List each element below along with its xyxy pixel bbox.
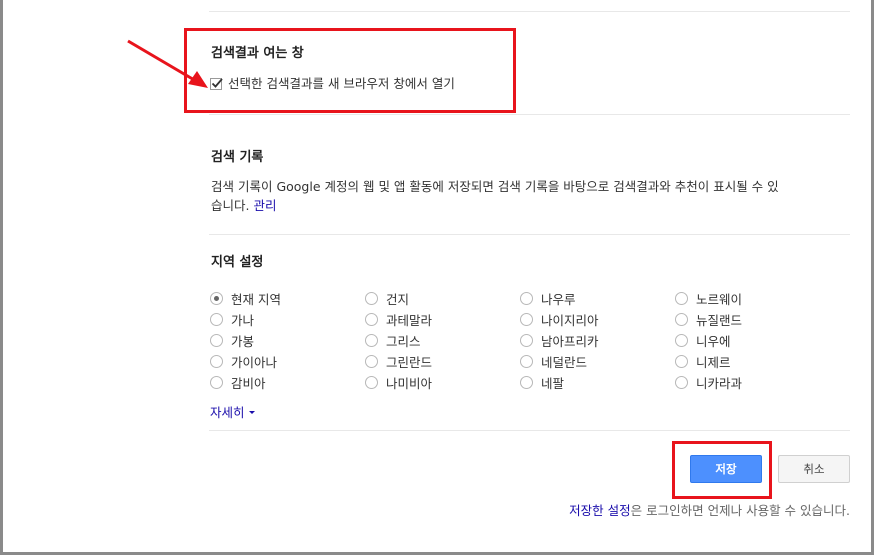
region-option-label[interactable]: 네팔 xyxy=(541,373,564,392)
region-option[interactable]: 나미비아 xyxy=(365,373,432,392)
region-option-label[interactable]: 나우루 xyxy=(541,289,576,308)
region-radio[interactable] xyxy=(365,334,378,347)
region-option-label[interactable]: 뉴질랜드 xyxy=(696,310,742,329)
region-option[interactable]: 노르웨이 xyxy=(675,289,742,308)
region-radio[interactable] xyxy=(365,313,378,326)
region-title: 지역 설정 xyxy=(211,255,264,270)
region-radio[interactable] xyxy=(520,355,533,368)
region-option-label[interactable]: 그린란드 xyxy=(386,352,432,371)
region-option-label[interactable]: 니우에 xyxy=(696,331,731,350)
region-radio[interactable] xyxy=(365,376,378,389)
section-divider xyxy=(209,234,850,235)
region-radio[interactable] xyxy=(520,334,533,347)
region-option[interactable]: 가나 xyxy=(210,310,254,329)
region-radio[interactable] xyxy=(210,292,223,305)
region-radio[interactable] xyxy=(520,376,533,389)
region-radio[interactable] xyxy=(520,313,533,326)
region-option-label[interactable]: 나이지리아 xyxy=(541,310,599,329)
region-option-label[interactable]: 나미비아 xyxy=(386,373,432,392)
region-option-label[interactable]: 니제르 xyxy=(696,352,731,371)
more-regions-label[interactable]: 자세히 xyxy=(210,402,245,421)
region-option[interactable]: 현재 지역 xyxy=(210,289,281,308)
region-option[interactable]: 그리스 xyxy=(365,331,421,350)
region-option-label[interactable]: 건지 xyxy=(386,289,409,308)
region-radio[interactable] xyxy=(210,376,223,389)
region-radio[interactable] xyxy=(210,355,223,368)
region-radio[interactable] xyxy=(675,355,688,368)
more-regions-link[interactable]: 자세히 xyxy=(210,402,255,421)
region-option[interactable]: 가이아나 xyxy=(210,352,277,371)
region-radio[interactable] xyxy=(210,334,223,347)
region-option[interactable]: 네팔 xyxy=(520,373,564,392)
highlight-box-open-results xyxy=(184,28,516,113)
window-frame-left xyxy=(0,0,3,555)
region-option[interactable]: 감비아 xyxy=(210,373,266,392)
red-arrow-icon xyxy=(127,39,208,88)
region-option[interactable]: 니카라과 xyxy=(675,373,742,392)
region-radio[interactable] xyxy=(365,292,378,305)
section-divider xyxy=(209,11,850,12)
region-option[interactable]: 네덜란드 xyxy=(520,352,587,371)
region-option-label[interactable]: 남아프리카 xyxy=(541,331,599,350)
region-option[interactable]: 니제르 xyxy=(675,352,731,371)
region-option[interactable]: 나이지리아 xyxy=(520,310,599,329)
region-option[interactable]: 과테말라 xyxy=(365,310,432,329)
region-radio[interactable] xyxy=(520,292,533,305)
region-option-label[interactable]: 과테말라 xyxy=(386,310,432,329)
region-option-label[interactable]: 감비아 xyxy=(231,373,266,392)
region-radio[interactable] xyxy=(675,313,688,326)
region-radio[interactable] xyxy=(675,376,688,389)
region-radio[interactable] xyxy=(365,355,378,368)
section-divider xyxy=(209,430,850,431)
caret-down-icon xyxy=(248,411,255,414)
search-history-line1: 검색 기록이 Google 계정의 웹 및 앱 활동에 저장되면 검색 기록을 … xyxy=(211,179,779,194)
region-option-label[interactable]: 가봉 xyxy=(231,331,254,350)
region-radio[interactable] xyxy=(675,334,688,347)
search-history-line2: 습니다. xyxy=(211,198,250,213)
search-history-description: 검색 기록이 Google 계정의 웹 및 앱 활동에 저장되면 검색 기록을 … xyxy=(211,177,851,215)
region-option[interactable]: 가봉 xyxy=(210,331,254,350)
region-option[interactable]: 그린란드 xyxy=(365,352,432,371)
region-option[interactable]: 나우루 xyxy=(520,289,576,308)
region-option-label[interactable]: 가이아나 xyxy=(231,352,277,371)
manage-history-link[interactable]: 관리 xyxy=(253,198,276,213)
search-history-title: 검색 기록 xyxy=(211,150,264,165)
saved-settings-note-text: 은 로그인하면 언제나 사용할 수 있습니다. xyxy=(630,503,850,518)
cancel-button[interactable]: 취소 xyxy=(778,455,850,483)
region-option[interactable]: 니우에 xyxy=(675,331,731,350)
region-option-label[interactable]: 현재 지역 xyxy=(231,289,281,308)
region-option[interactable]: 건지 xyxy=(365,289,409,308)
region-option[interactable]: 뉴질랜드 xyxy=(675,310,742,329)
region-radio[interactable] xyxy=(675,292,688,305)
region-option[interactable]: 남아프리카 xyxy=(520,331,599,350)
region-radio[interactable] xyxy=(210,313,223,326)
region-option-label[interactable]: 그리스 xyxy=(386,331,421,350)
region-option-label[interactable]: 니카라과 xyxy=(696,373,742,392)
saved-settings-link[interactable]: 저장한 설정 xyxy=(569,503,630,518)
section-divider xyxy=(209,114,850,115)
saved-settings-note: 저장한 설정은 로그인하면 언제나 사용할 수 있습니다. xyxy=(569,500,850,519)
region-option-label[interactable]: 네덜란드 xyxy=(541,352,587,371)
region-option-label[interactable]: 가나 xyxy=(231,310,254,329)
region-option-label[interactable]: 노르웨이 xyxy=(696,289,742,308)
highlight-box-save xyxy=(672,441,772,499)
